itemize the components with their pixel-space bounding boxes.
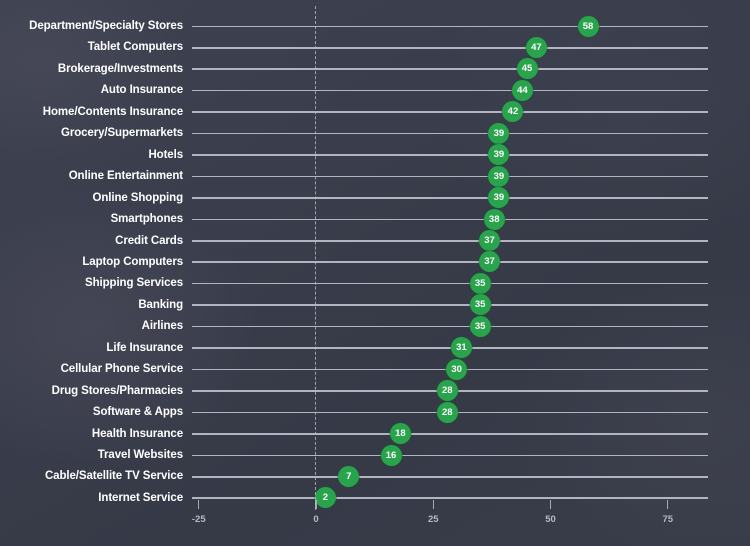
row-rule <box>192 497 708 499</box>
category-label: Life Insurance <box>106 341 183 354</box>
chart-row: Cellular Phone Service 30 <box>0 358 750 380</box>
data-point-marker[interactable]: 35 <box>469 315 491 337</box>
data-point-marker[interactable]: 35 <box>469 272 491 294</box>
row-rule <box>192 111 708 113</box>
row-rule <box>192 261 708 264</box>
chart-row: Banking 35 <box>0 294 750 316</box>
category-label: Airlines <box>141 320 183 333</box>
x-axis-tick <box>315 500 317 510</box>
chart-row: Cable/Satellite TV Service 7 <box>0 465 750 487</box>
category-label: Banking <box>138 298 183 311</box>
data-point-marker[interactable]: 28 <box>436 401 458 423</box>
zero-reference-line <box>315 6 318 510</box>
x-axis-tick-label: 75 <box>662 514 674 526</box>
data-point-marker[interactable]: 37 <box>479 230 501 251</box>
data-point-marker[interactable]: 39 <box>488 144 510 166</box>
chart-row: Laptop Computers 37 <box>0 251 750 273</box>
category-label: Department/Specialty Stores <box>29 20 183 32</box>
x-axis-tick <box>198 500 200 510</box>
data-point-marker[interactable]: 16 <box>380 444 402 466</box>
data-point-marker[interactable]: 44 <box>511 79 533 101</box>
row-rule <box>192 433 708 435</box>
category-label: Online Entertainment <box>68 170 183 183</box>
category-label: Travel Websites <box>97 449 183 461</box>
row-rule <box>192 68 708 70</box>
x-axis-tick <box>549 500 552 510</box>
data-point-marker[interactable]: 38 <box>483 208 505 230</box>
chart-row: Smartphones 38 <box>0 208 750 230</box>
chart-container: Department/Specialty Stores 58 Tablet Comp… <box>0 0 750 546</box>
data-point-marker[interactable]: 35 <box>469 294 491 316</box>
data-point-marker[interactable]: 42 <box>502 101 524 123</box>
chart-row: Travel Websites 16 <box>0 444 750 466</box>
category-label: Home/Contents Insurance <box>42 105 183 118</box>
plot-area: Department/Specialty Stores 58 Tablet Comp… <box>0 0 750 546</box>
chart-row: Tablet Computers 47 <box>0 36 750 58</box>
category-label: Cellular Phone Service <box>60 363 184 376</box>
row-rule <box>192 240 708 242</box>
row-rule <box>192 325 708 328</box>
category-label: Brokerage/Investments <box>57 62 183 75</box>
row-rule <box>192 154 708 156</box>
category-label: Laptop Computers <box>82 255 183 268</box>
row-rule <box>192 304 708 306</box>
chart-row: Shipping Services 35 <box>0 272 750 294</box>
row-rule <box>192 218 708 221</box>
row-rule <box>192 197 708 199</box>
category-label: Credit Cards <box>115 234 183 247</box>
chart-row: Department/Specialty Stores 58 <box>0 15 750 37</box>
chart-row: Hotels 39 <box>0 144 750 166</box>
category-label: Health Insurance <box>91 427 183 440</box>
category-label: Drug Stores/Pharmacies <box>51 384 183 397</box>
chart-row: Health Insurance 18 <box>0 423 750 445</box>
category-label: Software & Apps <box>92 406 183 419</box>
data-point-marker[interactable]: 39 <box>488 165 510 187</box>
row-rule <box>192 25 708 28</box>
x-axis-tick-label: -25 <box>191 514 206 526</box>
data-point-marker[interactable]: 39 <box>488 187 510 209</box>
chart-row: Online Shopping 39 <box>0 187 750 209</box>
chart-row: Software & Apps 28 <box>0 401 750 423</box>
data-point-marker[interactable]: 28 <box>436 380 458 402</box>
row-rule <box>192 46 708 49</box>
row-rule <box>192 282 708 285</box>
chart-row: Home/Contents Insurance 42 <box>0 101 750 123</box>
category-label: Smartphones <box>110 213 183 226</box>
row-rule <box>192 132 708 135</box>
data-point-marker[interactable]: 47 <box>525 36 547 58</box>
chart-row: Credit Cards 37 <box>0 230 750 252</box>
row-rule <box>192 454 708 457</box>
category-label: Tablet Computers <box>87 41 183 54</box>
x-axis: -25 0 25 50 75 <box>0 500 750 540</box>
chart-row: Online Entertainment 39 <box>0 165 750 187</box>
category-label: Hotels <box>148 148 183 161</box>
category-label: Online Shopping <box>92 191 184 204</box>
chart-row: Grocery/Supermarkets 39 <box>0 122 750 144</box>
chart-row: Auto Insurance 44 <box>0 79 750 101</box>
data-point-marker[interactable]: 7 <box>338 465 360 487</box>
data-point-marker[interactable]: 31 <box>450 337 472 359</box>
row-rule <box>192 475 708 478</box>
row-rule <box>192 89 708 92</box>
chart-row: Life Insurance 31 <box>0 337 750 359</box>
data-point-marker[interactable]: 39 <box>488 122 510 144</box>
data-point-marker[interactable]: 45 <box>516 58 538 80</box>
x-axis-tick-label: 50 <box>545 514 556 526</box>
category-label: Cable/Satellite TV Service <box>44 470 183 483</box>
data-point-marker[interactable]: 30 <box>446 358 468 380</box>
chart-row: Airlines 35 <box>0 315 750 337</box>
data-point-marker[interactable]: 37 <box>479 251 501 273</box>
data-point-marker[interactable]: 58 <box>577 15 599 37</box>
category-label: Auto Insurance <box>100 84 183 97</box>
data-point-marker[interactable]: 18 <box>389 423 411 445</box>
category-label: Shipping Services <box>85 277 183 290</box>
chart-row: Brokerage/Investments 45 <box>0 58 750 80</box>
x-axis-tick <box>667 500 669 510</box>
x-axis-tick-label: 0 <box>313 514 319 526</box>
row-rule <box>192 175 708 178</box>
x-axis-tick-label: 25 <box>427 514 439 526</box>
chart-row: Drug Stores/Pharmacies 28 <box>0 380 750 402</box>
category-label: Grocery/Supermarkets <box>60 127 183 140</box>
x-axis-tick <box>432 500 434 510</box>
